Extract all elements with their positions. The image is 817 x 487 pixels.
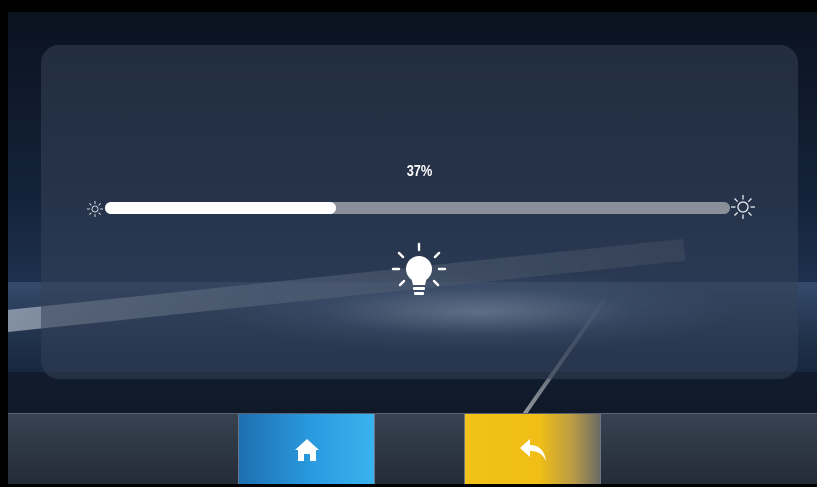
back-button[interactable] [464, 414, 600, 484]
nav-slot-middle [374, 414, 464, 484]
brightness-value: 37% [406, 163, 433, 180]
home-button[interactable] [238, 414, 374, 484]
brightness-slider-fill [105, 202, 337, 214]
lightbulb-icon [389, 241, 449, 301]
bottom-nav-bar [8, 413, 817, 484]
brightness-panel: 37% [41, 45, 798, 379]
nav-slot-right [600, 414, 817, 484]
sun-small-icon [86, 200, 104, 218]
sun-large-icon [730, 194, 756, 220]
nav-slot-left [8, 414, 238, 484]
brightness-slider[interactable] [105, 202, 730, 214]
screen: 37% [8, 12, 817, 484]
